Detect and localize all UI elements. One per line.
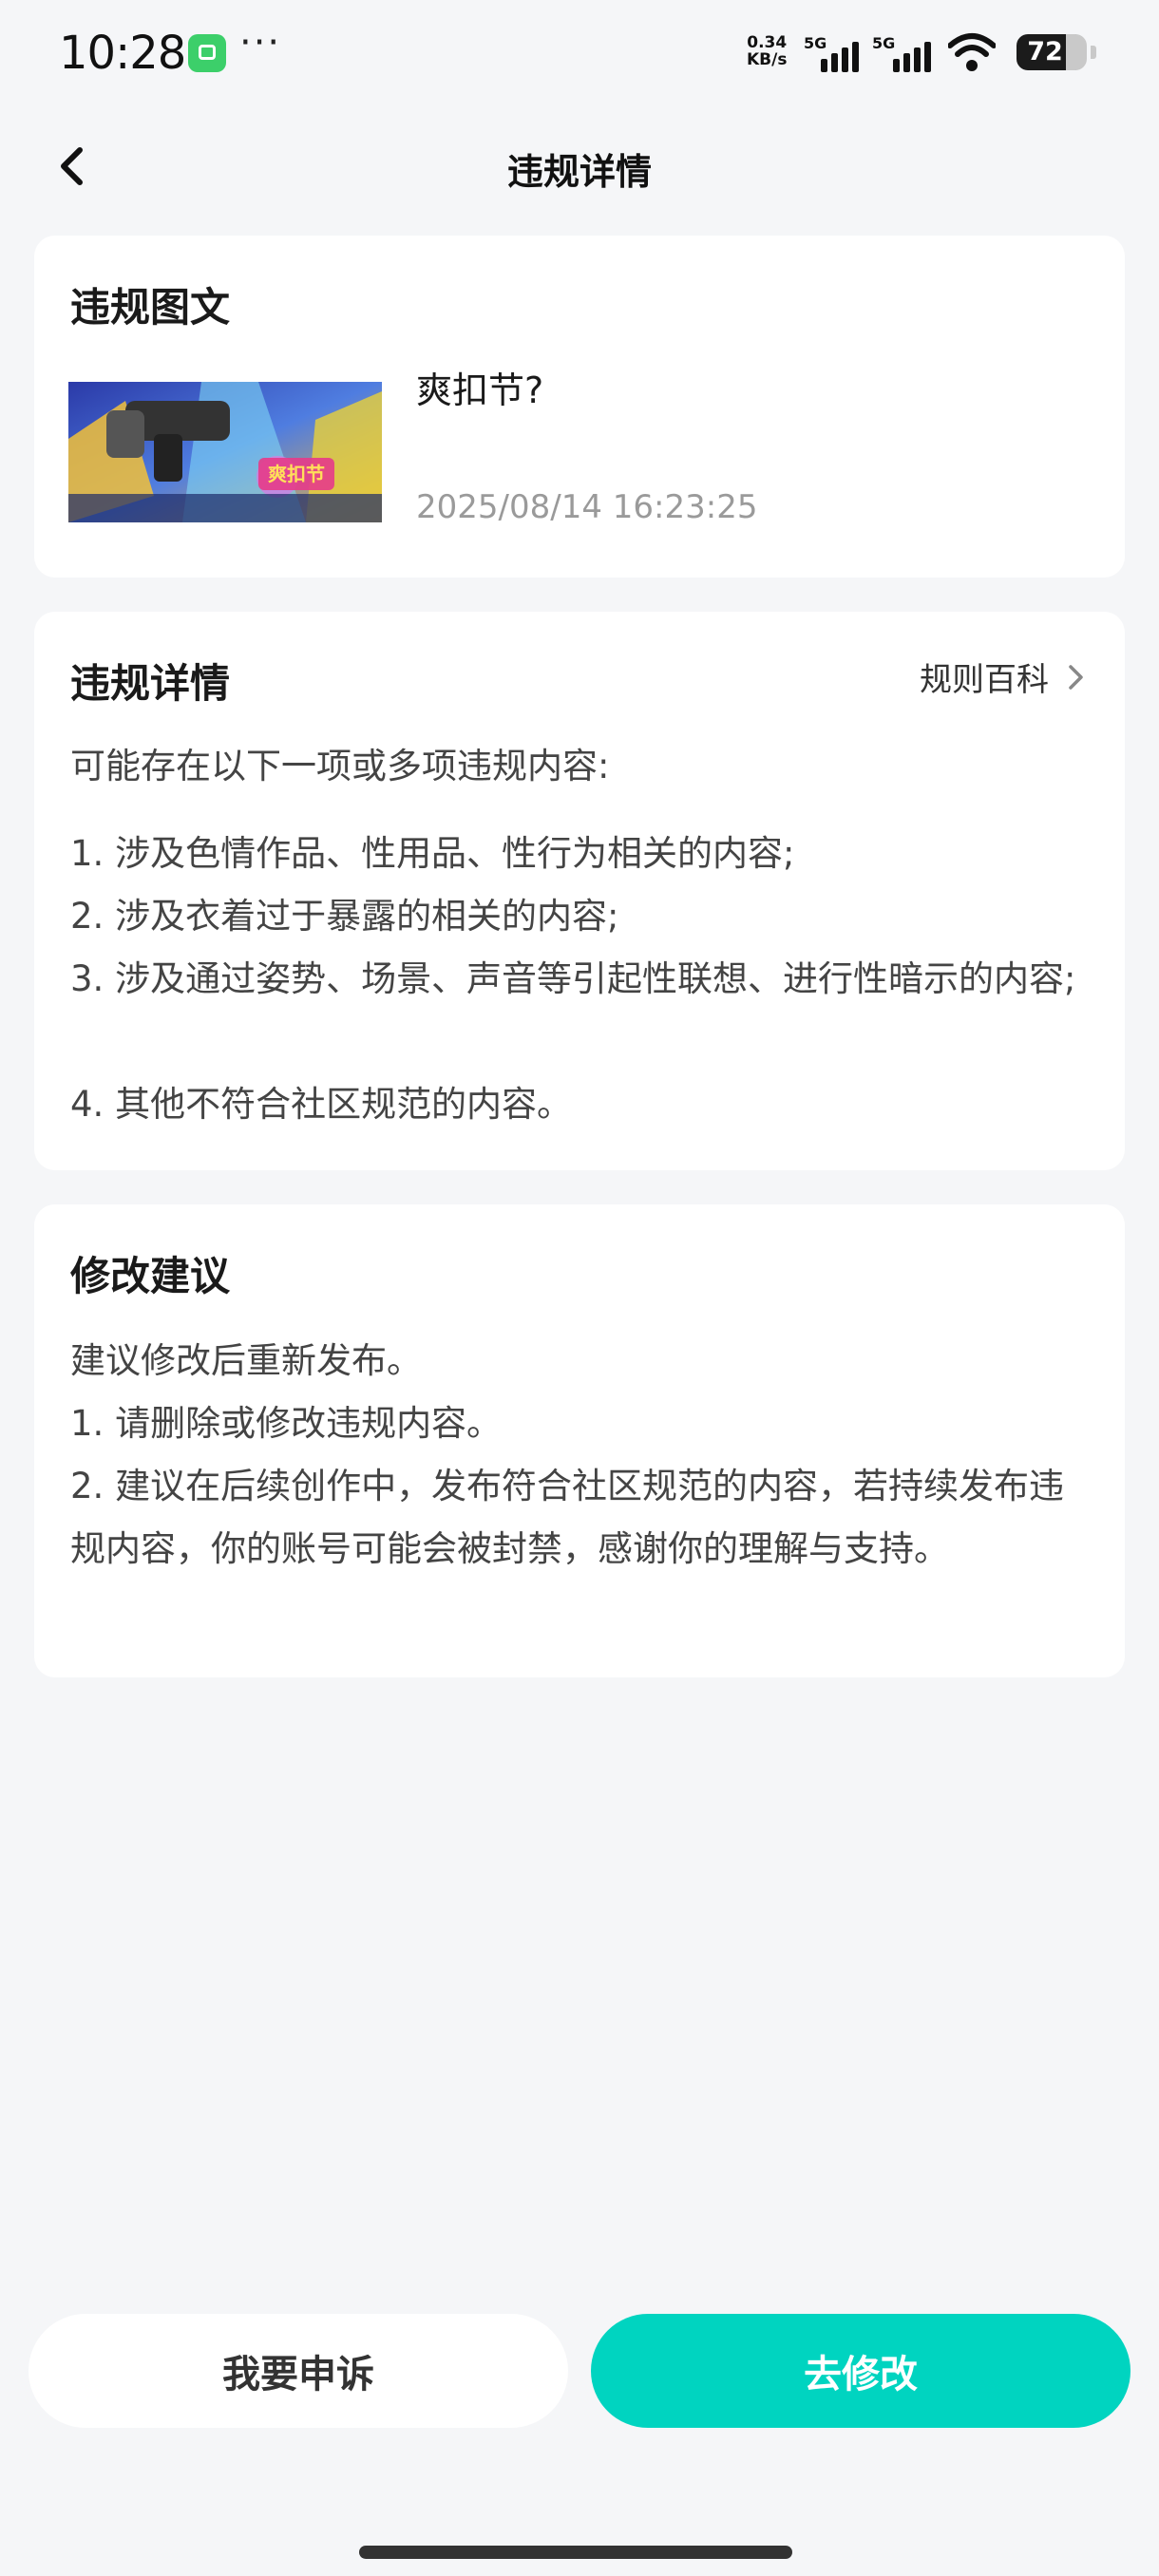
modify-button[interactable]: 去修改 — [591, 2314, 1130, 2428]
post-title: 爽扣节? — [416, 369, 544, 411]
post-thumbnail[interactable]: 爽扣节 — [68, 382, 382, 522]
rules-link-label: 规则百科 — [920, 661, 1049, 699]
signal-2-icon: 5G — [872, 34, 939, 72]
app-notification-icon — [188, 34, 226, 72]
violation-detail-card: 违规详情 规则百科 可能存在以下一项或多项违规内容: 1. 涉及色情作品、性用品… — [34, 612, 1125, 1170]
card-title: 违规详情 — [70, 660, 231, 707]
thumbnail-logo-text: 爽扣节 — [268, 463, 325, 485]
more-notifications-icon: ··· — [239, 21, 282, 65]
suggestion-line: 1. 请删除或修改违规内容。 — [70, 1403, 503, 1444]
home-indicator[interactable] — [359, 2546, 792, 2559]
violation-item: 1. 涉及色情作品、性用品、性行为相关的内容; — [70, 833, 795, 874]
status-bar: 10:28 ··· 0.34 KB/s 5G 5G 72 — [0, 0, 1159, 104]
wifi-icon — [948, 33, 996, 71]
status-time: 10:28 — [59, 27, 186, 80]
card-title: 违规图文 — [70, 284, 231, 331]
violation-intro: 可能存在以下一项或多项违规内容: — [70, 746, 610, 786]
card-title: 修改建议 — [70, 1253, 231, 1299]
chevron-right-icon — [1069, 664, 1083, 690]
violation-item: 3. 涉及通过姿势、场景、声音等引起性联想、进行性暗示的内容; — [70, 958, 1076, 999]
modification-suggestion-card: 修改建议 建议修改后重新发布。 1. 请删除或修改违规内容。 2. 建议在后续创… — [34, 1204, 1125, 1677]
battery-level: 72 — [1027, 37, 1063, 66]
network-speed: 0.34 KB/s — [747, 33, 788, 69]
nav-bar: 违规详情 — [0, 123, 1159, 209]
violation-item: 4. 其他不符合社区规范的内容。 — [70, 1084, 573, 1125]
rules-encyclopedia-link[interactable]: 规则百科 — [920, 653, 1087, 700]
page-title: 违规详情 — [506, 151, 652, 193]
violation-item: 2. 涉及衣着过于暴露的相关的内容; — [70, 896, 619, 937]
violating-post-card: 违规图文 爽扣节 爽扣节? 2025/08/14 16:23:25 — [34, 236, 1125, 578]
post-timestamp: 2025/08/14 16:23:25 — [416, 488, 758, 526]
signal-1-icon: 5G — [804, 34, 864, 72]
appeal-button[interactable]: 我要申诉 — [28, 2314, 568, 2428]
suggestion-line: 建议修改后重新发布。 — [70, 1340, 422, 1381]
suggestion-line: 2. 建议在后续创作中，发布符合社区规范的内容，若持续发布违规内容，你的账号可能… — [70, 1466, 1065, 1569]
